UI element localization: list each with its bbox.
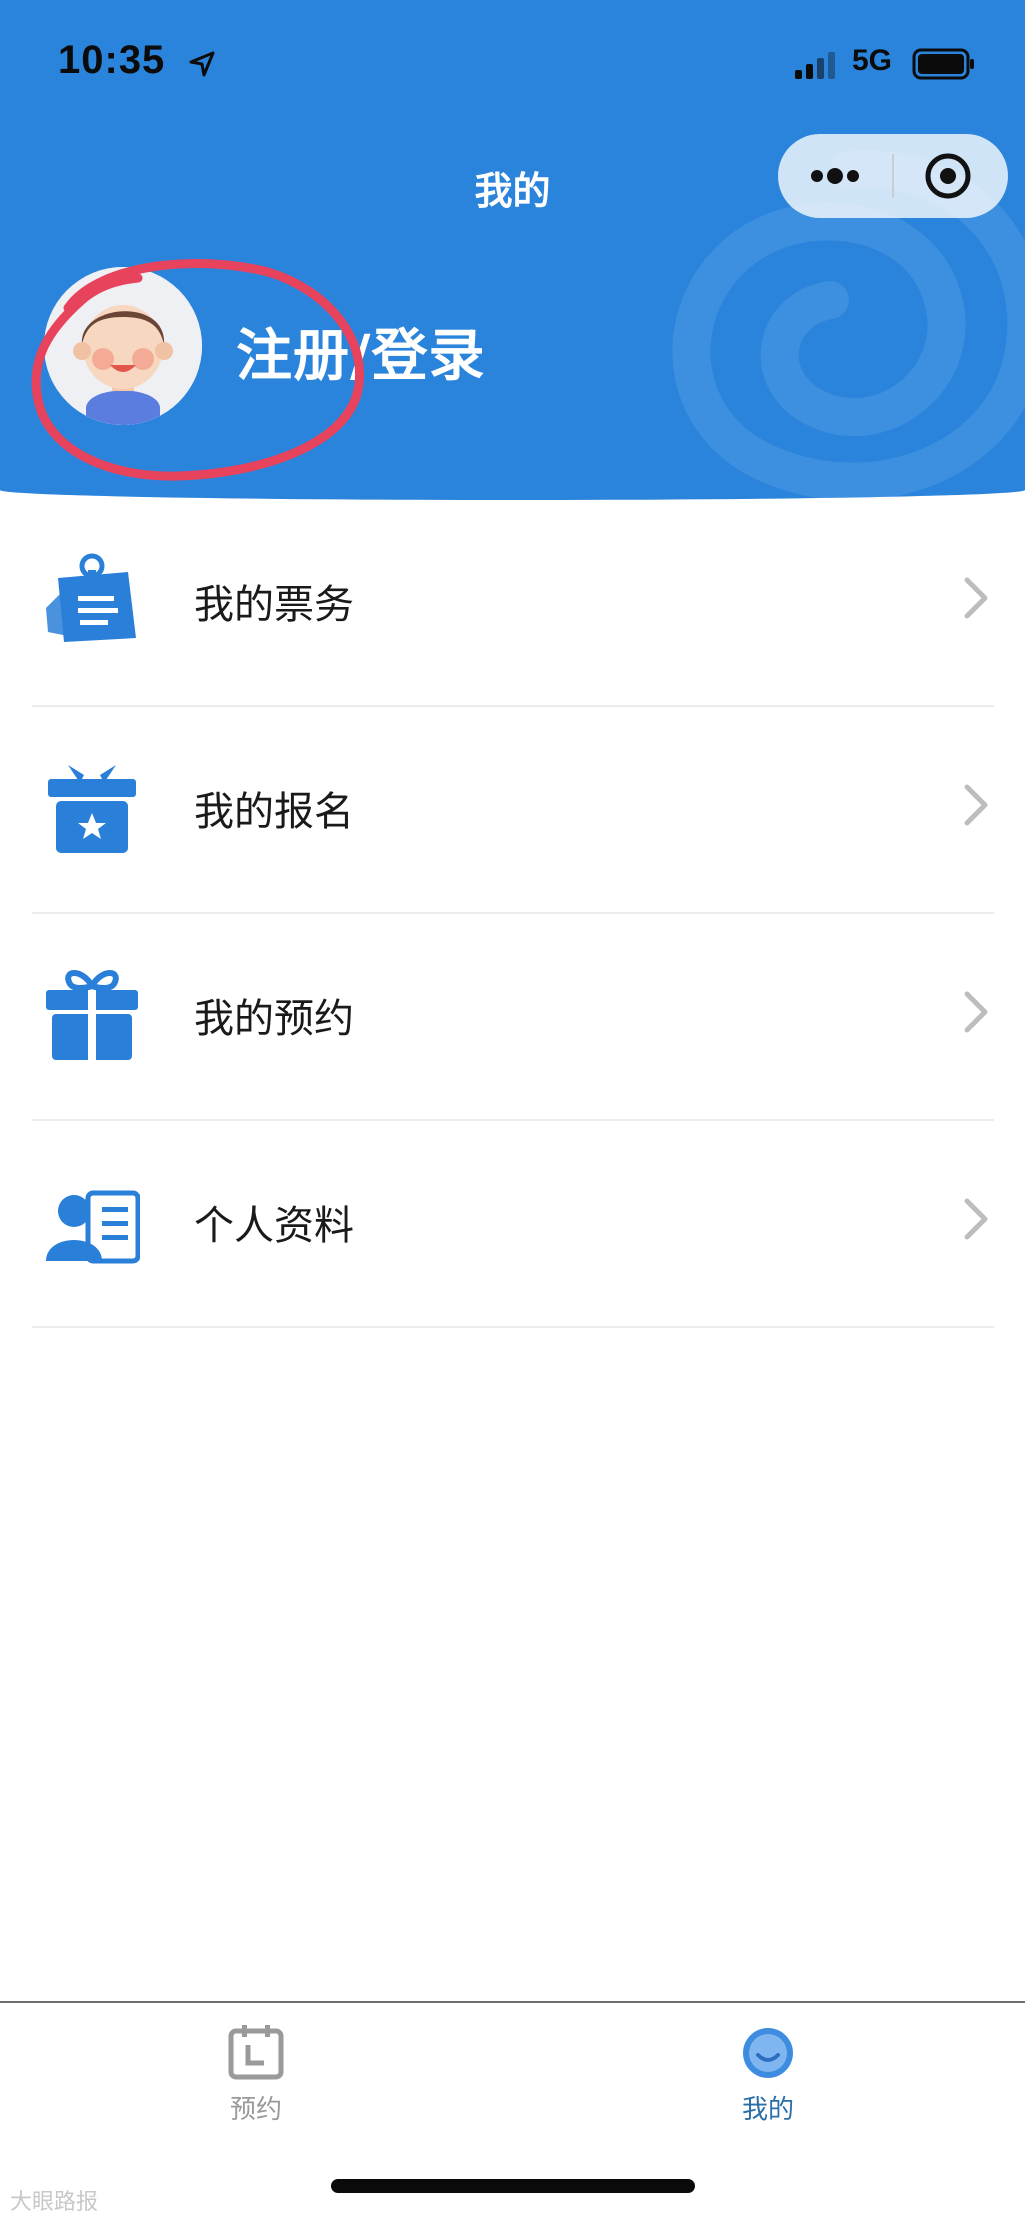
gift-icon — [46, 970, 138, 1060]
battery-icon — [912, 48, 974, 80]
register-login-link[interactable]: 注册/登录 — [236, 311, 485, 392]
profile-header: 10:35 5G 我的 注册/登录 — [0, 0, 1025, 500]
home-indicator[interactable] — [331, 2179, 695, 2193]
menu-item-label: 个人资料 — [194, 1203, 354, 1249]
menu-item-label: 我的报名 — [194, 789, 354, 835]
registration-box-icon — [48, 765, 136, 853]
menu-item-tickets[interactable]: 我的票务 — [0, 500, 1025, 707]
tab-label: 预约 — [229, 2095, 282, 2125]
tab-reservation[interactable]: 预约 — [156, 2003, 356, 2133]
corner-watermark: 大眼路报 — [10, 2190, 99, 2215]
chevron-right-icon — [964, 577, 988, 619]
close-miniprogram-button[interactable] — [894, 134, 1008, 218]
calendar-icon — [228, 2025, 284, 2080]
status-bar: 10:35 5G — [0, 0, 1025, 130]
menu-item-label: 我的票务 — [194, 582, 354, 628]
location-arrow-icon — [189, 51, 215, 77]
signal-strength-icon — [795, 52, 835, 79]
menu-item-profile[interactable]: 个人资料 — [0, 1121, 1025, 1328]
ticket-icon — [46, 553, 136, 642]
network-type: 5G — [852, 44, 893, 77]
user-circle-icon — [743, 2028, 793, 2078]
default-boy-avatar-icon — [44, 267, 202, 425]
profile-card-icon — [46, 1190, 140, 1264]
menu-item-label: 我的预约 — [194, 996, 354, 1042]
more-dots-icon — [811, 168, 859, 184]
more-menu-button[interactable] — [778, 134, 892, 218]
avatar[interactable] — [44, 267, 202, 425]
status-time: 10:35 — [58, 38, 166, 82]
menu-item-registration[interactable]: 我的报名 — [0, 707, 1025, 914]
tab-label: 我的 — [741, 2095, 794, 2125]
divider — [32, 1326, 994, 1328]
menu-item-reservations[interactable]: 我的预约 — [0, 914, 1025, 1121]
target-close-icon — [925, 153, 971, 199]
chevron-right-icon — [964, 784, 988, 826]
tab-mine[interactable]: 我的 — [668, 2003, 868, 2133]
chevron-right-icon — [964, 991, 988, 1033]
miniprogram-capsule — [778, 134, 1008, 218]
chevron-right-icon — [964, 1198, 988, 1240]
